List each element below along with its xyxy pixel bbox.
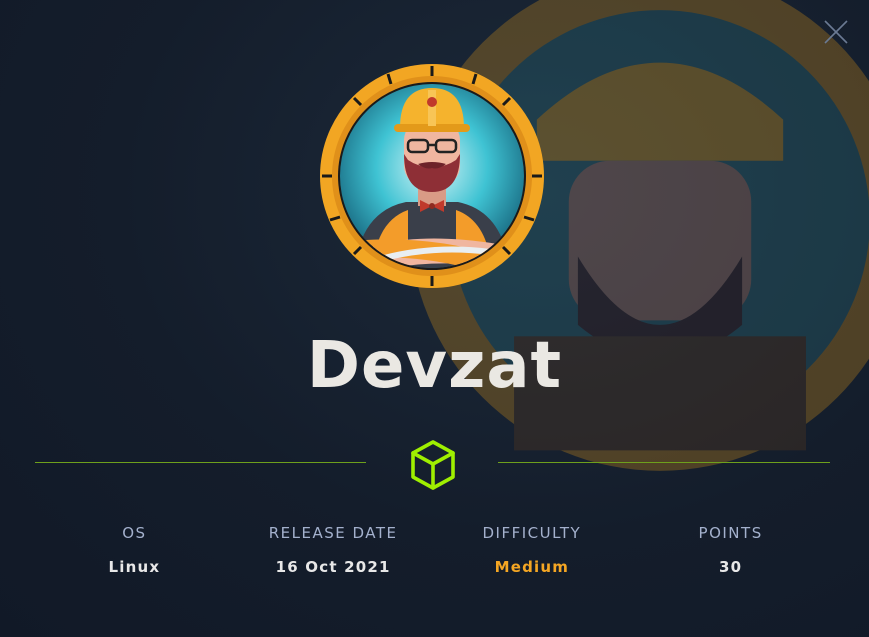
stat-os: OS Linux [35,523,234,577]
stat-points: POINTS 30 [631,523,830,577]
machine-name: Devzat [306,329,563,403]
stat-value-points: 30 [718,558,743,576]
stat-difficulty: DIFFICULTY Medium [433,523,632,577]
stat-value-os: Linux [108,558,161,576]
divider-left [35,462,366,463]
stat-label: RELEASE DATE [268,524,398,542]
stat-value-release-date: 16 Oct 2021 [275,558,391,576]
stat-label: OS [122,524,147,542]
stat-release-date: RELEASE DATE 16 Oct 2021 [234,523,433,577]
machine-stats: OS Linux RELEASE DATE 16 Oct 2021 DIFFIC… [35,523,830,577]
stat-label: POINTS [698,524,763,542]
close-icon[interactable] [820,16,852,48]
box-icon [411,440,455,490]
machine-modal: Devzat OS Linux RELEASE DATE 16 Oct 2021… [0,0,869,637]
stat-label: DIFFICULTY [482,524,582,542]
stat-value-difficulty: Medium [494,558,570,576]
divider-right [498,462,830,463]
machine-avatar [320,64,544,288]
